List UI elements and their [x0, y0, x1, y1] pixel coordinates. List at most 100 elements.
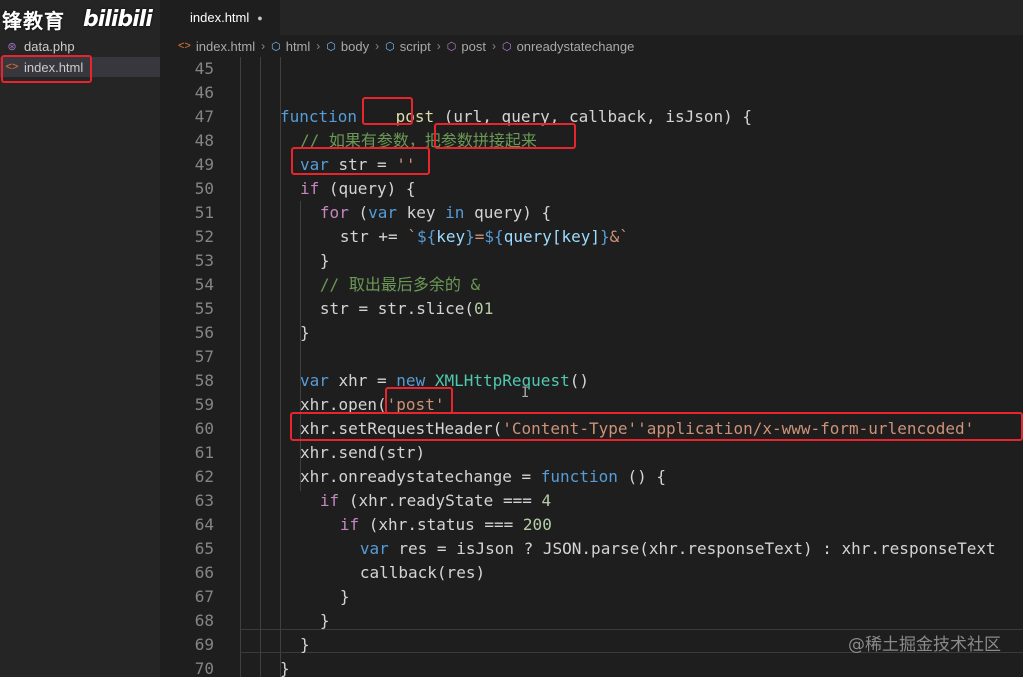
code-text: if (xhr.readyState === 4 [319, 491, 552, 510]
line-number: 64 [194, 515, 214, 534]
code-text: var xhr = new XMLHttpRequest() [299, 371, 589, 390]
file-item-index-html[interactable]: <> index.html [0, 57, 160, 77]
breadcrumb-label: body [340, 38, 370, 54]
breadcrumb-label: post [461, 38, 486, 54]
code-line[interactable]: 53} [160, 249, 1023, 273]
breadcrumb-item-html[interactable]: ⬡ html [271, 39, 310, 54]
line-number: 51 [194, 203, 214, 222]
code-line[interactable]: 65 var res = isJson ? JSON.parse(xhr.resp… [160, 537, 1023, 561]
line-number: 52 [194, 227, 214, 246]
brand-watermark: 锋教育 bilibili [2, 4, 153, 34]
line-number: 50 [194, 179, 214, 198]
code-line[interactable]: 46 [160, 81, 1023, 105]
code-text: } [280, 659, 290, 677]
file-name: index.html [24, 59, 84, 75]
code-text: xhr.open('post' [299, 395, 445, 414]
code-line[interactable]: 54 // 取出最后多余的 & [160, 273, 1023, 297]
line-number: 60 [194, 419, 214, 438]
bilibili-logo: bilibili [83, 6, 153, 32]
code-line[interactable]: 49 var str = '' [160, 153, 1023, 177]
breadcrumb-item-post[interactable]: ⬡ post [447, 39, 486, 54]
code-text: var str = '' [299, 155, 416, 174]
code-line[interactable]: 52 str += `${key}=${query[key]}&` [160, 225, 1023, 249]
line-number: 55 [194, 299, 214, 318]
code-line[interactable]: 58 var xhr = new XMLHttpRequest() [160, 369, 1023, 393]
html-file-icon: <> [178, 40, 191, 52]
line-number: 54 [194, 275, 214, 294]
tab-bar: index.html ● [160, 0, 1023, 35]
line-number: 53 [194, 251, 214, 270]
line-number: 68 [194, 611, 214, 630]
line-number: 59 [194, 395, 214, 414]
code-text: xhr.setRequestHeader('Content-Type''appl… [299, 419, 975, 438]
breadcrumb-label: html [285, 38, 311, 54]
code-line[interactable]: 50 if (query) { [160, 177, 1023, 201]
code-text: // 如果有参数，把参数拼接起来 [299, 131, 537, 150]
file-name: data.php [24, 38, 75, 54]
code-line[interactable]: 63 if (xhr.readyState === 4 [160, 489, 1023, 513]
chevron-right-icon: › [436, 39, 441, 53]
brand-text: 锋教育 [2, 8, 65, 33]
code-text: } [299, 635, 310, 654]
code-line[interactable]: 56} [160, 321, 1023, 345]
line-number: 63 [194, 491, 214, 510]
line-number: 58 [194, 371, 214, 390]
file-item-data-php[interactable]: ⊛ data.php [0, 36, 160, 56]
code-text: } [319, 611, 330, 630]
code-text: callback(res) [359, 563, 486, 582]
code-line[interactable]: 60 xhr.setRequestHeader('Content-Type''ap… [160, 417, 1023, 441]
line-number: 47 [194, 107, 214, 126]
breadcrumb-label: script [399, 38, 431, 54]
code-line[interactable]: 59 xhr.open('post' [160, 393, 1023, 417]
breadcrumb-label: onreadystatechange [516, 38, 635, 54]
line-number: 70 [194, 659, 214, 677]
code-text: // 取出最后多余的 & [319, 275, 481, 294]
code-editor[interactable]: 45 46 47 function post (url, query, callbac… [160, 57, 1023, 677]
code-line[interactable]: 45 [160, 57, 1023, 81]
code-line[interactable]: 62 xhr.onreadystatechange = function () { [160, 465, 1023, 489]
tab-index-html[interactable]: index.html ● [160, 0, 280, 35]
code-line[interactable]: 64 if (xhr.status === 200 [160, 513, 1023, 537]
text-cursor-icon: I [521, 385, 530, 401]
breadcrumb-item-onreadystatechange[interactable]: ⬡ onreadystatechange [502, 39, 634, 54]
breadcrumb-item-file[interactable]: <> index.html [178, 39, 255, 54]
code-text: } [299, 323, 310, 342]
element-cube-icon: ⬡ [326, 40, 336, 53]
function-cube-icon: ⬡ [446, 40, 457, 53]
code-text: if (query) { [299, 179, 416, 198]
code-line[interactable]: 57 [160, 345, 1023, 369]
breadcrumb-item-script[interactable]: ⬡ script [385, 39, 431, 54]
code-line[interactable]: 51 for (var key in query) { [160, 201, 1023, 225]
code-text: str = str.slice(01 [319, 299, 494, 318]
code-line[interactable]: 55 str = str.slice(01 [160, 297, 1023, 321]
code-line[interactable]: 66 callback(res) [160, 561, 1023, 585]
code-text: for (var key in query) { [319, 203, 552, 222]
code-text: function post (url, query, callback, isJ… [280, 107, 753, 126]
code-line[interactable]: 70} [160, 657, 1023, 677]
line-number: 67 [194, 587, 214, 606]
code-line[interactable]: 67} [160, 585, 1023, 609]
chevron-right-icon: › [261, 39, 266, 53]
breadcrumb-label: index.html [195, 38, 256, 54]
element-cube-icon: ⬡ [385, 40, 395, 53]
line-number: 66 [194, 563, 214, 582]
line-number: 62 [194, 467, 214, 486]
unsaved-dot-icon[interactable]: ● [257, 13, 262, 23]
chevron-right-icon: › [375, 39, 380, 53]
code-line[interactable]: 61 xhr.send(str) [160, 441, 1023, 465]
code-text: xhr.send(str) [299, 443, 426, 462]
chevron-right-icon: › [491, 39, 496, 53]
element-cube-icon: ⬡ [271, 40, 281, 53]
code-line[interactable]: 48 // 如果有参数，把参数拼接起来 [160, 129, 1023, 153]
explorer-sidebar: 锋教育 bilibili ⊛ data.php <> index.html [0, 0, 160, 677]
code-line[interactable]: 47 function post (url, query, callback, i… [160, 105, 1023, 129]
chevron-right-icon: › [316, 39, 321, 53]
line-number: 46 [194, 83, 214, 102]
line-number: 56 [194, 323, 214, 342]
php-file-icon: ⊛ [7, 40, 17, 53]
line-number: 65 [194, 539, 214, 558]
code-text: if (xhr.status === 200 [339, 515, 552, 534]
line-number: 69 [194, 635, 214, 654]
breadcrumb-item-body[interactable]: ⬡ body [326, 39, 369, 54]
code-text: str += `${key}=${query[key]}&` [339, 227, 629, 246]
